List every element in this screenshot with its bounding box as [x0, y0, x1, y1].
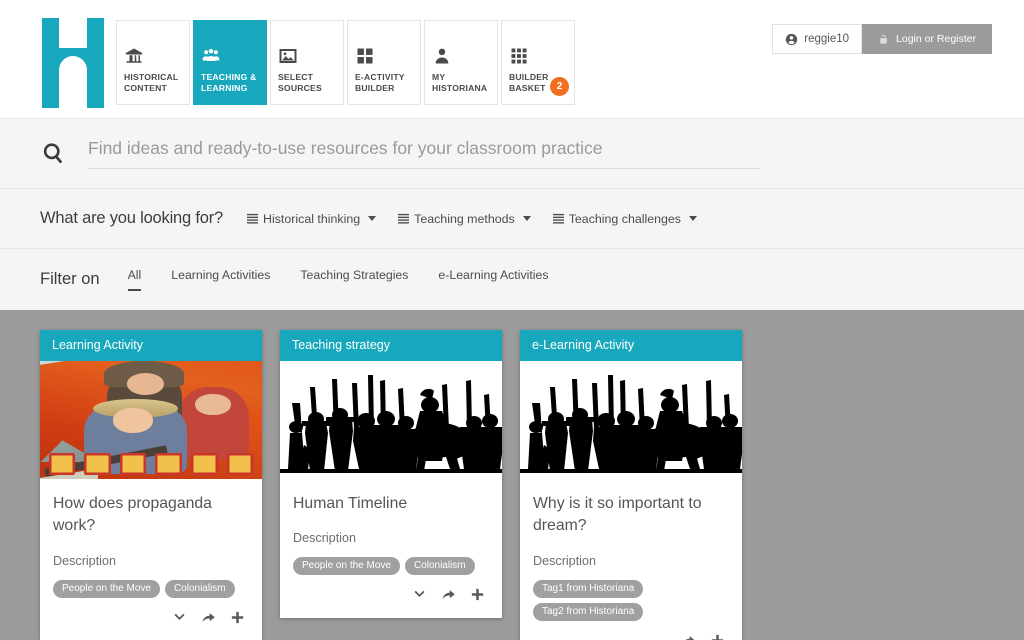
card-actions — [53, 604, 249, 633]
filter-tab-all[interactable]: All — [127, 268, 142, 291]
grid-3x3-icon — [510, 47, 528, 65]
card-tags: People on the Move Colonialism — [53, 579, 249, 598]
grid-2x2-icon — [356, 47, 374, 65]
dropdown-label: Teaching methods — [414, 211, 515, 226]
share-icon[interactable] — [441, 587, 456, 602]
filter-title: Filter on — [40, 270, 100, 288]
image-icon — [279, 47, 297, 65]
card-tags: Tag1 from Historiana Tag2 from Historian… — [533, 579, 729, 621]
basket-count-badge: 2 — [550, 77, 569, 96]
user-chip[interactable]: reggie10 — [772, 24, 863, 54]
looking-for-title: What are you looking for? — [40, 209, 224, 227]
list-icon — [247, 213, 259, 224]
search-input[interactable] — [88, 138, 760, 159]
nav-label: HISTORICAL CONTENT — [124, 72, 179, 93]
filter-tab-e-learning-activities[interactable]: e-Learning Activities — [438, 268, 548, 291]
looking-for-bar: What are you looking for? Historical thi… — [0, 188, 1024, 248]
tag[interactable]: Tag2 from Historiana — [533, 602, 644, 621]
dropdown-label: Teaching challenges — [568, 211, 682, 226]
nav-label: MY HISTORIANA — [432, 72, 488, 93]
card-title: How does propaganda work? — [53, 495, 212, 535]
filter-bar: Filter on All Learning Activities Teachi… — [0, 248, 1024, 310]
search-input-wrapper — [88, 138, 760, 169]
chevron-down-icon[interactable] — [172, 610, 187, 625]
nav-item-e-activity-builder[interactable]: E-ACTIVITY BUILDER — [347, 20, 421, 105]
card-description: Description — [533, 553, 596, 568]
dropdown-teaching-methods[interactable]: Teaching methods — [398, 212, 531, 226]
user-area: reggie10 Login or Register — [772, 24, 992, 54]
card-title: Why is it so important to dream? — [533, 495, 702, 535]
tag[interactable]: People on the Move — [293, 557, 400, 576]
search-icon — [40, 140, 68, 168]
list-icon — [398, 213, 410, 224]
card-type-label: e-Learning Activity — [520, 330, 742, 361]
dropdown-teaching-challenges[interactable]: Teaching challenges — [552, 211, 698, 226]
card[interactable]: e-Learning Activity Why is it so importa… — [520, 330, 742, 640]
nav-item-builder-basket[interactable]: BUILDER BASKET 2 — [501, 20, 575, 105]
tag[interactable]: Tag1 from Historiana — [533, 579, 644, 598]
historiana-logo[interactable] — [42, 18, 104, 108]
card[interactable]: Learning Activity How does propaganda wo… — [40, 330, 262, 640]
card-image-people-silhouette — [520, 361, 742, 479]
card-image-people-silhouette — [280, 361, 502, 479]
share-icon[interactable] — [681, 633, 696, 640]
dropdown-label: Historical thinking — [263, 211, 361, 226]
nav-label: TEACHING & LEARNING — [201, 72, 257, 93]
card-description: Description — [53, 553, 116, 568]
nav-item-select-sources[interactable]: SELECT SOURCES — [270, 20, 344, 105]
plus-icon[interactable] — [230, 610, 245, 625]
main-navigation: HISTORICAL CONTENT TEACHING & LEARNING S… — [116, 20, 578, 105]
tag[interactable]: People on the Move — [53, 579, 160, 598]
filter-tab-teaching-strategies[interactable]: Teaching Strategies — [300, 268, 408, 291]
card-type-label: Teaching strategy — [280, 330, 502, 361]
chevron-down-icon[interactable] — [412, 587, 427, 602]
tag[interactable]: Colonialism — [164, 579, 235, 598]
dropdown-historical-thinking[interactable]: Historical thinking — [247, 211, 377, 226]
chevron-down-icon — [522, 216, 531, 221]
site-header: HISTORICAL CONTENT TEACHING & LEARNING S… — [0, 0, 1024, 118]
plus-icon[interactable] — [710, 633, 725, 640]
chevron-down-icon — [689, 216, 698, 221]
nav-item-teaching-learning[interactable]: TEACHING & LEARNING — [193, 20, 267, 105]
nav-item-my-historiana[interactable]: MY HISTORIANA — [424, 20, 498, 105]
plus-icon[interactable] — [470, 587, 485, 602]
card-actions — [533, 627, 729, 640]
person-icon — [433, 47, 451, 65]
tag[interactable]: Colonialism — [404, 557, 475, 576]
nav-label: SELECT SOURCES — [278, 72, 322, 93]
username-label: reggie10 — [804, 33, 850, 45]
nav-item-historical-content[interactable]: HISTORICAL CONTENT — [116, 20, 190, 105]
nav-label: E-ACTIVITY BUILDER — [355, 72, 405, 93]
card-title: Human Timeline — [293, 495, 408, 512]
list-icon — [552, 213, 564, 224]
filter-tab-learning-activities[interactable]: Learning Activities — [171, 268, 270, 291]
results-grid: Learning Activity How does propaganda wo… — [0, 310, 1024, 640]
login-register-button[interactable]: Login or Register — [862, 24, 992, 54]
share-icon[interactable] — [201, 610, 216, 625]
card-description: Description — [293, 531, 356, 546]
card-image-propaganda-poster — [40, 361, 262, 479]
bank-icon — [125, 47, 143, 65]
card-tags: People on the Move Colonialism — [293, 557, 489, 576]
people-group-icon — [202, 47, 220, 65]
chevron-down-icon — [368, 216, 377, 221]
user-circle-icon — [785, 33, 798, 46]
card-type-label: Learning Activity — [40, 330, 262, 361]
login-register-label: Login or Register — [896, 33, 976, 45]
search-bar — [0, 118, 1024, 188]
card[interactable]: Teaching strategy Human Timeline Descrip… — [280, 330, 502, 619]
card-actions — [293, 581, 489, 610]
lock-icon — [878, 34, 889, 45]
